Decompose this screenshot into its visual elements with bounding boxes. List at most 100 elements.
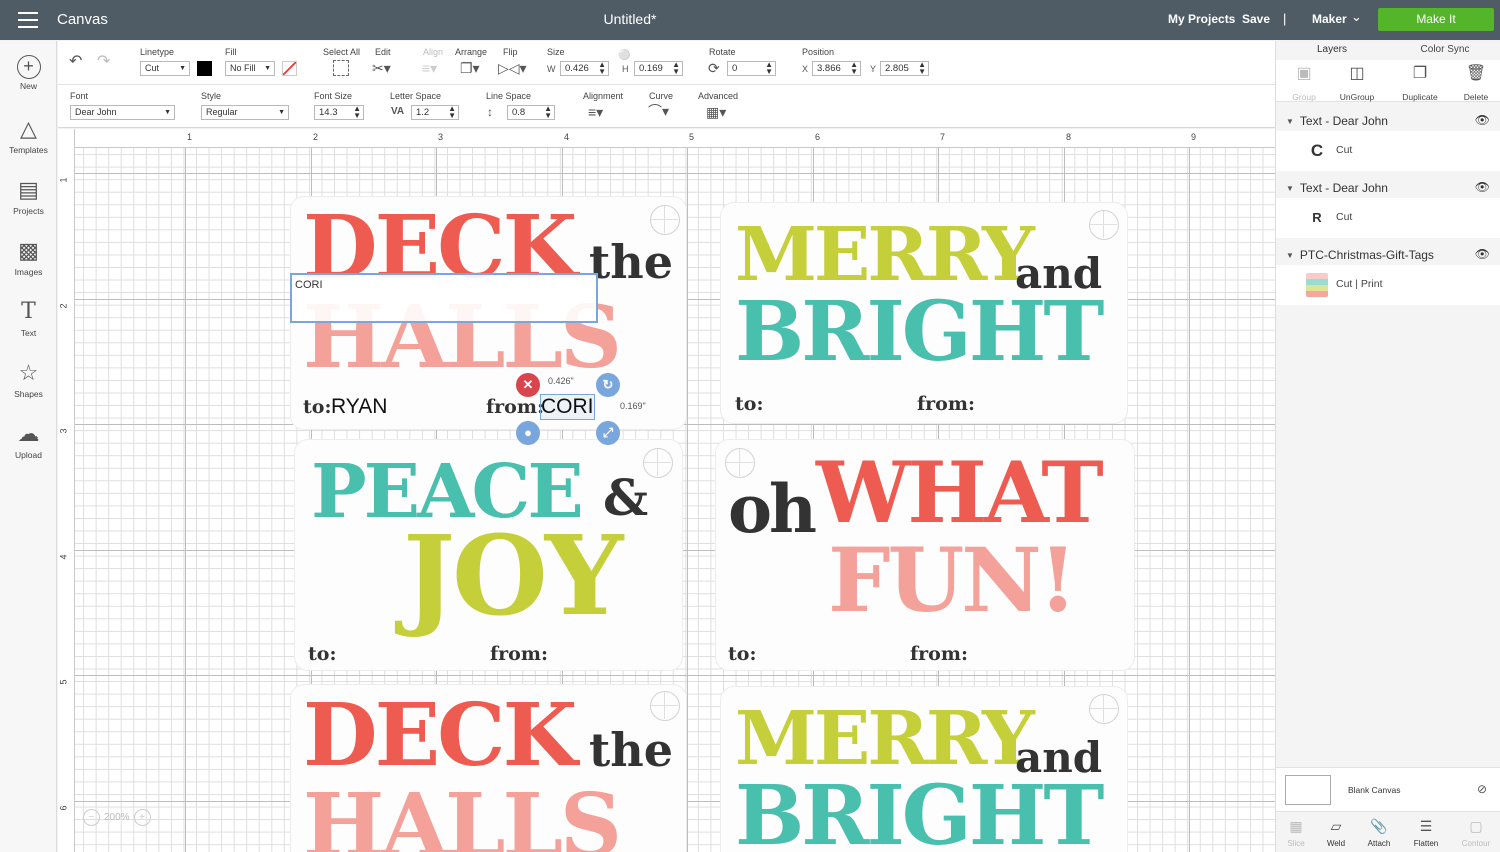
x-position-input[interactable]: 3.866 ▲ ▼ <box>812 61 861 76</box>
blank-canvas-swatch[interactable] <box>1285 775 1331 805</box>
machine-selector[interactable]: Maker <box>1312 12 1347 26</box>
layer-group[interactable]: ▼ Text - Dear John 👁 R Cut <box>1276 171 1500 238</box>
layer-group[interactable]: ▼ Text - Dear John 👁 C Cut <box>1276 104 1500 171</box>
eye-icon[interactable]: 👁 <box>1475 113 1490 127</box>
flip-icon[interactable]: ▷◁▾ <box>498 60 527 76</box>
lock-aspect-icon[interactable]: ⚪ <box>618 48 630 64</box>
font-select[interactable]: Dear John ▼ <box>70 105 175 120</box>
height-value: 0.169 <box>639 63 663 74</box>
select-all-icon[interactable] <box>333 60 349 76</box>
style-select[interactable]: Regular ▼ <box>201 105 289 120</box>
sidebar-item-upload[interactable]: ☁ Upload <box>0 420 57 460</box>
sidebar-item-shapes[interactable]: ☆ Shapes <box>0 359 57 399</box>
weld-button[interactable]: ▱ Weld <box>1313 815 1359 848</box>
font-size-input[interactable]: 14.3 ▲ ▼ <box>314 105 364 120</box>
layer-group[interactable]: ▼ PTC-Christmas-Gift-Tags 👁 Cut | Print <box>1276 238 1500 305</box>
layer-group-title[interactable]: ▼ Text - Dear John <box>1286 114 1388 128</box>
tag-from-name[interactable]: CORI <box>540 394 595 420</box>
attach-button[interactable]: 📎 Attach <box>1356 815 1402 848</box>
rotate-handle-icon[interactable]: ↻ <box>596 373 620 397</box>
layer-group-title[interactable]: ▼ Text - Dear John <box>1286 181 1388 195</box>
eye-hidden-icon[interactable]: ⊘ <box>1477 782 1487 796</box>
stepper-icon[interactable]: ▲ ▼ <box>918 61 926 76</box>
y-position-input[interactable]: 2.805 ▲ ▼ <box>880 61 929 76</box>
letter-space-input[interactable]: 1.2 ▲ ▼ <box>411 105 459 120</box>
stepper-icon[interactable]: ▲ ▼ <box>672 61 680 76</box>
action-label: Flatten <box>1413 839 1439 848</box>
sidebar-item-text[interactable]: T Text <box>0 298 57 338</box>
text-edit-box[interactable]: CORI <box>290 273 598 323</box>
layer-group-title[interactable]: ▼ PTC-Christmas-Gift-Tags <box>1286 248 1434 262</box>
chevron-down-icon: ▼ <box>1286 251 1294 261</box>
linetype-color-swatch[interactable] <box>197 61 212 76</box>
gift-tag-deck-the-halls[interactable]: DECK the HALLS <box>290 684 687 852</box>
flatten-button[interactable]: ☰ Flatten <box>1403 815 1449 848</box>
stepper-icon[interactable]: ▲ ▼ <box>850 61 858 76</box>
stepper-icon[interactable]: ▲ ▼ <box>765 61 773 76</box>
tab-color-sync[interactable]: Color Sync <box>1389 44 1500 55</box>
advanced-icon[interactable]: ▦▾ <box>706 104 726 120</box>
my-projects-link[interactable]: My Projects <box>1168 12 1235 26</box>
arrange-icon[interactable]: ❐▾ <box>460 60 480 76</box>
gift-tag-peace-and-joy[interactable]: PEACE & JOY to: from: <box>294 439 683 671</box>
tag-headline: BRIGHT <box>735 768 1104 852</box>
zoom-in-icon[interactable]: + <box>133 809 151 826</box>
sidebar-item-templates[interactable]: △ Templates <box>0 115 57 155</box>
gift-tag-merry-and-bright[interactable]: MERRY and BRIGHT <box>720 686 1128 852</box>
align-icon[interactable]: ≡▾ <box>422 60 437 76</box>
no-fill-swatch[interactable] <box>282 61 297 76</box>
text-edit-value[interactable]: CORI <box>295 279 323 291</box>
resize-handle-icon[interactable]: ⤢ <box>596 421 620 445</box>
sidebar-item-images[interactable]: ▩ Images <box>0 237 57 277</box>
tag-to-name[interactable]: RYAN <box>331 395 387 419</box>
tag-headline: BRIGHT <box>735 284 1104 380</box>
font-size-value: 14.3 <box>319 107 338 118</box>
make-it-button[interactable]: Make It <box>1378 8 1494 31</box>
stepper-icon[interactable]: ▲ ▼ <box>598 61 606 76</box>
contour-button[interactable]: ▢ Contour <box>1453 815 1499 848</box>
height-input[interactable]: 0.169 ▲ ▼ <box>634 61 683 76</box>
sidebar-item-label: Projects <box>13 206 44 216</box>
alignment-label: Alignment <box>583 91 624 101</box>
ruler-tick-label: 6 <box>815 132 821 142</box>
zoom-out-icon[interactable]: − <box>83 809 100 826</box>
tag-from-label: from: <box>910 643 968 665</box>
sidebar-item-new[interactable]: + New <box>0 55 57 91</box>
undo-icon[interactable]: ↶ <box>69 54 82 70</box>
group-button[interactable]: ▣ Group <box>1276 63 1332 102</box>
edit-scissors-icon[interactable]: ✂▾ <box>372 60 391 76</box>
gift-tag-oh-what-fun[interactable]: oh WHAT FUN! to: from: <box>715 439 1135 671</box>
delete-handle-icon[interactable]: ✕ <box>516 373 540 397</box>
tshirt-icon: △ <box>20 116 37 141</box>
width-input[interactable]: 0.426 ▲ ▼ <box>560 61 609 76</box>
design-canvas[interactable]: 1 2 3 4 5 6 7 8 9 1 2 3 4 5 6 DECK the H… <box>58 129 1275 852</box>
line-space-input[interactable]: 0.8 ▲ ▼ <box>507 105 555 120</box>
stepper-icon[interactable]: ▲ ▼ <box>448 105 456 120</box>
duplicate-button[interactable]: ❐ Duplicate <box>1392 63 1448 102</box>
save-link[interactable]: Save <box>1242 12 1270 26</box>
ungroup-button[interactable]: ◫ UnGroup <box>1329 63 1385 102</box>
curve-icon[interactable]: ⌒▾ <box>648 103 669 119</box>
lock-handle-icon[interactable]: ● <box>516 421 540 445</box>
blank-canvas-row[interactable]: Blank Canvas ⊘ <box>1276 767 1500 811</box>
fill-select[interactable]: No Fill ▼ <box>225 61 275 76</box>
eye-icon[interactable]: 👁 <box>1475 180 1490 194</box>
linetype-select[interactable]: Cut ▼ <box>140 61 190 76</box>
eye-icon[interactable]: 👁 <box>1475 247 1490 261</box>
stepper-icon[interactable]: ▲ ▼ <box>544 105 552 120</box>
sidebar-item-projects[interactable]: ▤ Projects <box>0 176 57 216</box>
delete-button[interactable]: 🗑 Delete <box>1448 63 1500 102</box>
layer-item[interactable]: R Cut <box>1276 198 1500 238</box>
tab-layers[interactable]: Layers <box>1276 44 1388 55</box>
stepper-icon[interactable]: ▲ ▼ <box>353 105 361 120</box>
height-dimension-label: 0.169" <box>620 401 646 411</box>
text-align-icon[interactable]: ≡▾ <box>588 104 603 120</box>
flip-label: Flip <box>503 47 518 57</box>
rotate-input[interactable]: 0 ▲ ▼ <box>727 61 776 76</box>
text-icon: T <box>21 299 36 324</box>
layer-item[interactable]: Cut | Print <box>1276 265 1500 305</box>
chevron-down-icon[interactable]: ⌄ <box>1351 9 1362 25</box>
layer-item[interactable]: C Cut <box>1276 131 1500 171</box>
gift-tag-merry-and-bright[interactable]: MERRY and BRIGHT to: from: <box>720 202 1128 424</box>
redo-icon[interactable]: ↷ <box>97 54 110 70</box>
